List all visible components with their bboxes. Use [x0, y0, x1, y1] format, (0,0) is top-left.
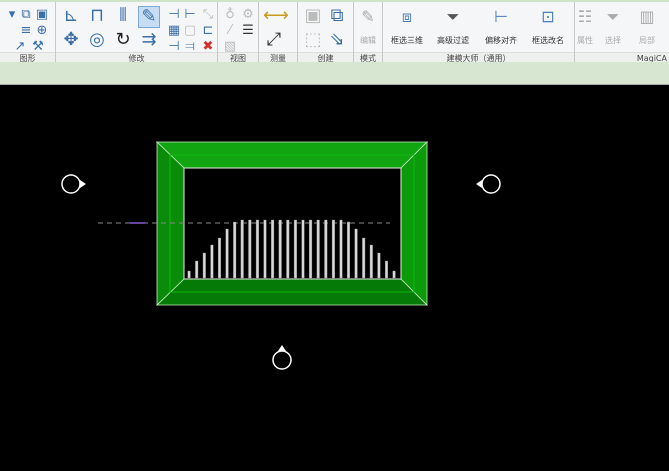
louver-bar[interactable]: [362, 237, 366, 279]
louver-bar[interactable]: [324, 219, 328, 279]
create-group-icon[interactable]: ⧉: [326, 6, 348, 26]
local-3d-button[interactable]: ▥局部 三维显示: [627, 6, 667, 64]
louver-bar[interactable]: [210, 244, 214, 279]
filter-lines-icon[interactable]: ☰: [240, 24, 256, 38]
linework-icon[interactable]: ⁄: [222, 24, 238, 38]
louver-bar[interactable]: [187, 270, 191, 279]
louver-bar[interactable]: [217, 237, 221, 279]
view-svg: [61, 141, 501, 370]
offset-icon[interactable]: ⊓: [86, 6, 108, 26]
louver-bar[interactable]: [278, 219, 282, 279]
split-icon[interactable]: ⊣: [166, 8, 182, 22]
louver-bar[interactable]: [255, 219, 259, 279]
louver-bar[interactable]: [347, 221, 351, 279]
create-similar-icon[interactable]: ⇘: [326, 30, 348, 50]
move-icon[interactable]: ✥: [60, 30, 82, 50]
align-icon[interactable]: ≡: [18, 24, 34, 38]
paste-icon[interactable]: ▣: [34, 8, 50, 22]
copy-icon[interactable]: ◎: [86, 30, 108, 50]
join-icon[interactable]: ⊕: [34, 24, 50, 38]
louver-bar[interactable]: [248, 219, 252, 279]
measure-aligned-icon[interactable]: ⤢: [263, 30, 285, 50]
pin-icon[interactable]: ⊏: [200, 24, 216, 38]
split-gap-icon[interactable]: ⊢: [182, 8, 198, 22]
louver-bar[interactable]: [233, 221, 237, 279]
align-icon[interactable]: ⊾: [60, 6, 82, 26]
create-part-icon[interactable]: ▣: [302, 6, 324, 26]
louver-bar[interactable]: [377, 252, 381, 279]
louver-bar[interactable]: [263, 219, 267, 279]
rotate-icon[interactable]: ↻: [112, 30, 134, 50]
louver-bar[interactable]: [309, 219, 313, 279]
panel-graphics: ▾ ⧉ ▣ ≡ ⊕ ↗ ⚒ 图形: [0, 2, 56, 64]
louver-bar[interactable]: [392, 270, 396, 279]
louver-bar[interactable]: [354, 228, 358, 279]
edit-boundary-icon: ✎: [361, 7, 375, 26]
louver-bar[interactable]: [293, 219, 297, 279]
louver-bar[interactable]: [225, 228, 229, 279]
louver-bar[interactable]: [301, 219, 305, 279]
measure-distance-icon[interactable]: ⟷: [263, 6, 289, 26]
panel-modeling-master: ⧈ 框选三维 ⏷ 高级过滤 ⊢ 偏移对齐 ⊡ 框选改名 建模大师（通用）: [383, 2, 575, 64]
louver-bar[interactable]: [385, 260, 389, 279]
unpin-icon[interactable]: ▢: [182, 24, 198, 38]
level-marker-bottom[interactable]: [272, 345, 292, 370]
level-marker-right[interactable]: [476, 174, 501, 194]
louver-bar[interactable]: [195, 260, 199, 279]
louver-bar[interactable]: [286, 219, 290, 279]
copy-icon[interactable]: ⧉: [18, 8, 34, 22]
bulb-icon[interactable]: ♁: [222, 8, 238, 22]
louver-bar[interactable]: [316, 219, 320, 279]
louver-bar[interactable]: [331, 219, 335, 279]
trim-icon[interactable]: ⇉: [138, 30, 160, 50]
panel-measure: ⟷ ⤢ 测量: [259, 2, 298, 64]
edit-boundary-button[interactable]: ✎ 编辑 边界: [354, 6, 382, 64]
panel-view: ♁ ⚙ ⁄ ☰ ▧ 视图: [218, 2, 259, 64]
mirror-draw-icon[interactable]: ✎: [138, 6, 160, 28]
view-settings-icon[interactable]: ⚙: [240, 8, 256, 22]
louver-bar[interactable]: [240, 219, 244, 279]
louver-bar[interactable]: [339, 219, 343, 279]
louver-bar[interactable]: [271, 219, 275, 279]
mirror-icon[interactable]: ⫴: [112, 6, 134, 26]
panel-create: ▣ ⧉ ⬚ ⇘ 创建: [298, 2, 354, 64]
ribbon-band: [0, 62, 669, 85]
create-assembly-icon[interactable]: ⬚: [302, 30, 324, 50]
ribbon: ▾ ⧉ ▣ ≡ ⊕ ↗ ⚒ 图形 ⊾ ⊓ ⫴ ✎ ⊣ ⊢ ⤡ ✥ ◎ ↻ ⇉ ▦…: [0, 0, 669, 64]
drawing-canvas[interactable]: [0, 86, 669, 467]
level-marker-left[interactable]: [61, 174, 86, 194]
scale-icon[interactable]: ⤡: [200, 8, 216, 22]
panel-modify: ⊾ ⊓ ⫴ ✎ ⊣ ⊢ ⤡ ✥ ◎ ↻ ⇉ ▦ ▢ ⊏ ⊣ ⫤ ✖ 修改: [56, 2, 218, 64]
louver-bar[interactable]: [369, 244, 373, 279]
louver-bar[interactable]: [202, 252, 206, 279]
array-icon[interactable]: ▦: [166, 24, 182, 38]
local-3d-icon: ▥: [639, 7, 655, 26]
panel-magicad: ☷属性 ⏷选择 过滤器 ▥局部 三维显示 MagiCA: [575, 2, 669, 64]
